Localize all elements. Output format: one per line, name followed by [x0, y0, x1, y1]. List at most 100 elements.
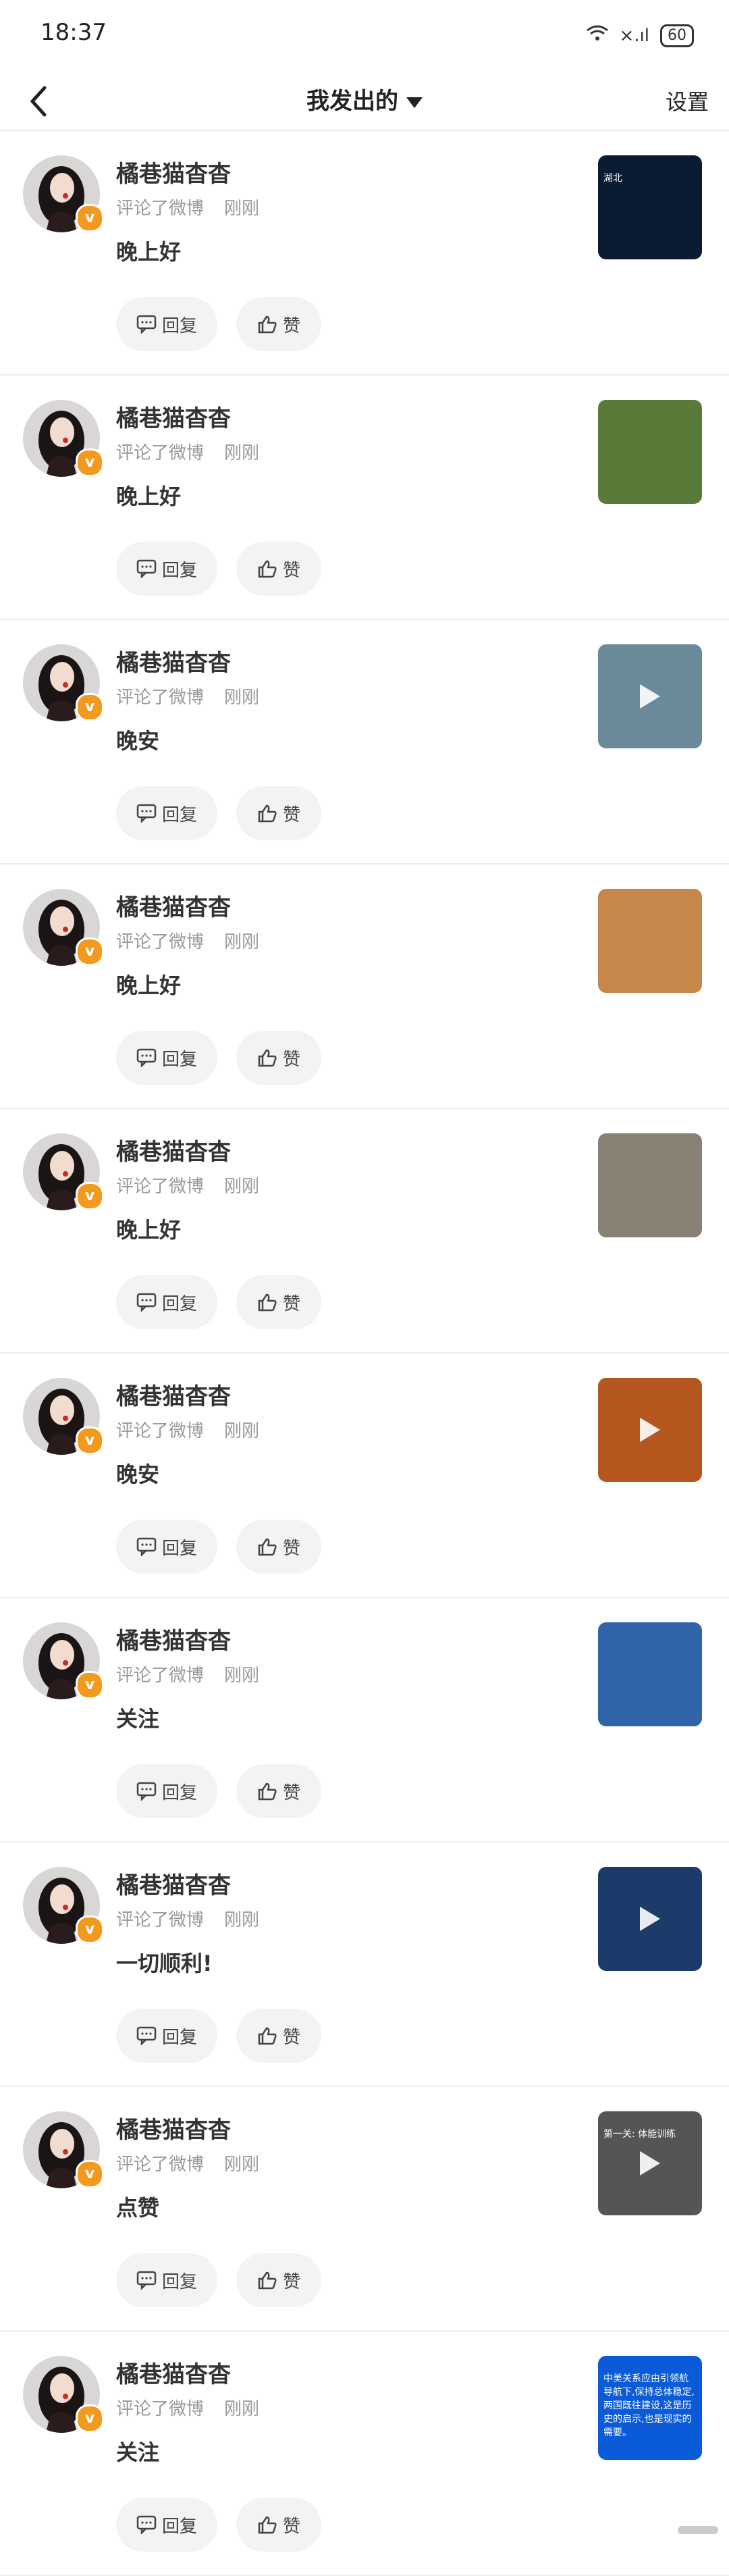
- comment-text[interactable]: 晚上好: [116, 1213, 181, 1244]
- page-title-dropdown[interactable]: 我发出的: [0, 82, 729, 115]
- like-button[interactable]: 赞: [236, 1275, 321, 1329]
- list-item[interactable]: v 橘巷猫杳杳 评论了微博 刚刚 晚上好 回复 赞: [0, 1109, 729, 1354]
- meta-time: 刚刚: [224, 443, 260, 463]
- comment-text[interactable]: 晚上好: [116, 235, 181, 266]
- thumbs-up-icon: [258, 1293, 277, 1312]
- weibo-thumbnail[interactable]: [598, 644, 702, 748]
- weibo-thumbnail[interactable]: 湖北: [598, 155, 702, 259]
- reply-label: 回复: [161, 1049, 197, 1070]
- thumbnail-text: 湖北: [603, 173, 622, 184]
- comment-text[interactable]: 一切顺利!: [116, 1947, 213, 1978]
- like-label: 赞: [282, 2516, 300, 2537]
- like-button[interactable]: 赞: [236, 2498, 321, 2552]
- comment-meta: 评论了微博 刚刚: [116, 684, 259, 709]
- reply-label: 回复: [161, 804, 197, 825]
- reply-button[interactable]: 回复: [116, 542, 217, 596]
- comment-bubble-icon: [136, 1782, 157, 1801]
- weibo-thumbnail[interactable]: [598, 400, 702, 504]
- list-item[interactable]: v 橘巷猫杳杳 评论了微博 刚刚 关注 回复 赞 中美关系应由引领航导航下,保持总…: [0, 2332, 729, 2576]
- comment-text[interactable]: 点赞: [116, 2191, 159, 2222]
- reply-label: 回复: [161, 315, 197, 336]
- meta-action: 评论了微博: [116, 2399, 205, 2419]
- reply-button[interactable]: 回复: [116, 1275, 217, 1329]
- user-name[interactable]: 橘巷猫杳杳: [116, 889, 231, 922]
- comment-text[interactable]: 晚安: [116, 724, 159, 755]
- like-button[interactable]: 赞: [236, 786, 321, 840]
- user-name[interactable]: 橘巷猫杳杳: [116, 155, 231, 188]
- reply-button[interactable]: 回复: [116, 786, 217, 840]
- user-name[interactable]: 橘巷猫杳杳: [116, 1378, 231, 1411]
- list-item[interactable]: v 橘巷猫杳杳 评论了微博 刚刚 一切顺利! 回复 赞: [0, 1843, 729, 2087]
- weibo-thumbnail[interactable]: [598, 1133, 702, 1237]
- like-button[interactable]: 赞: [236, 542, 321, 596]
- like-button[interactable]: 赞: [236, 1764, 321, 1818]
- list-item[interactable]: v 橘巷猫杳杳 评论了微博 刚刚 晚安 回复 赞: [0, 620, 729, 865]
- like-button[interactable]: 赞: [236, 2253, 321, 2307]
- list-item[interactable]: v 橘巷猫杳杳 评论了微博 刚刚 关注 回复 赞: [0, 1598, 729, 1843]
- list-item[interactable]: v 橘巷猫杳杳 评论了微博 刚刚 晚上好 回复 赞: [0, 376, 729, 620]
- play-icon: [640, 1418, 660, 1442]
- meta-time: 刚刚: [224, 1666, 260, 1686]
- meta-action: 评论了微博: [116, 1666, 205, 1686]
- comment-text[interactable]: 关注: [116, 2436, 159, 2467]
- comment-meta: 评论了微博 刚刚: [116, 1661, 259, 1686]
- user-name[interactable]: 橘巷猫杳杳: [116, 2111, 231, 2144]
- weibo-thumbnail[interactable]: [598, 1867, 702, 1971]
- comment-meta: 评论了微博 刚刚: [116, 928, 259, 953]
- verified-badge-icon: v: [76, 1915, 104, 1944]
- list-item[interactable]: v 橘巷猫杳杳 评论了微博 刚刚 晚安 回复 赞: [0, 1354, 729, 1598]
- list-item[interactable]: v 橘巷猫杳杳 评论了微博 刚刚 点赞 回复 赞 第一关: 体能训练: [0, 2087, 729, 2332]
- reply-button[interactable]: 回复: [116, 1764, 217, 1818]
- weibo-thumbnail[interactable]: [598, 889, 702, 993]
- like-button[interactable]: 赞: [236, 297, 321, 351]
- like-label: 赞: [282, 560, 300, 581]
- meta-action: 评论了微博: [116, 688, 205, 708]
- meta-time: 刚刚: [224, 2155, 260, 2175]
- like-label: 赞: [282, 804, 300, 825]
- weibo-thumbnail[interactable]: [598, 1622, 702, 1726]
- user-name[interactable]: 橘巷猫杳杳: [116, 644, 231, 677]
- comment-list: v 橘巷猫杳杳 评论了微博 刚刚 晚上好 回复 赞 湖北 v 橘巷猫杳杳 评论了…: [0, 131, 729, 2576]
- reply-button[interactable]: 回复: [116, 2253, 217, 2307]
- user-name[interactable]: 橘巷猫杳杳: [116, 2356, 231, 2389]
- comment-meta: 评论了微博 刚刚: [116, 1173, 259, 1197]
- thumbs-up-icon: [258, 1782, 277, 1801]
- comment-meta: 评论了微博 刚刚: [116, 2150, 259, 2175]
- list-item[interactable]: v 橘巷猫杳杳 评论了微博 刚刚 晚上好 回复 赞: [0, 865, 729, 1109]
- comment-meta: 评论了微博 刚刚: [116, 2395, 259, 2420]
- status-time: 18:37: [40, 19, 107, 46]
- comment-text[interactable]: 晚上好: [116, 480, 181, 511]
- weibo-thumbnail[interactable]: [598, 1378, 702, 1482]
- user-name[interactable]: 橘巷猫杳杳: [116, 400, 231, 433]
- user-name[interactable]: 橘巷猫杳杳: [116, 1622, 231, 1655]
- like-label: 赞: [282, 1293, 300, 1314]
- user-name[interactable]: 橘巷猫杳杳: [116, 1867, 231, 1900]
- list-item[interactable]: v 橘巷猫杳杳 评论了微博 刚刚 晚上好 回复 赞 湖北: [0, 131, 729, 376]
- reply-label: 回复: [161, 1538, 197, 1559]
- comment-text[interactable]: 晚安: [116, 1458, 159, 1489]
- page-title: 我发出的: [306, 88, 398, 115]
- like-button[interactable]: 赞: [236, 1520, 321, 1574]
- settings-button[interactable]: 设置: [666, 85, 709, 116]
- reply-button[interactable]: 回复: [116, 297, 217, 351]
- weibo-thumbnail[interactable]: 第一关: 体能训练: [598, 2111, 702, 2215]
- like-label: 赞: [282, 2027, 300, 2048]
- like-label: 赞: [282, 1538, 300, 1559]
- scroll-indicator: [678, 2526, 718, 2534]
- user-name[interactable]: 橘巷猫杳杳: [116, 1133, 231, 1166]
- verified-badge-icon: v: [76, 2404, 104, 2433]
- weibo-thumbnail[interactable]: 中美关系应由引领航导航下,保持总体稳定,两国既往建设,这是历史的启示,也是现实的…: [598, 2356, 702, 2460]
- meta-time: 刚刚: [224, 932, 260, 952]
- verified-badge-icon: v: [76, 1426, 104, 1455]
- reply-button[interactable]: 回复: [116, 2009, 217, 2063]
- comment-bubble-icon: [136, 2515, 157, 2534]
- reply-button[interactable]: 回复: [116, 1031, 217, 1085]
- thumbs-up-icon: [258, 2271, 277, 2290]
- reply-button[interactable]: 回复: [116, 2498, 217, 2552]
- reply-button[interactable]: 回复: [116, 1520, 217, 1574]
- like-button[interactable]: 赞: [236, 1031, 321, 1085]
- comment-text[interactable]: 晚上好: [116, 969, 181, 1000]
- comment-text[interactable]: 关注: [116, 1702, 159, 1733]
- like-button[interactable]: 赞: [236, 2009, 321, 2063]
- reply-label: 回复: [161, 2516, 197, 2537]
